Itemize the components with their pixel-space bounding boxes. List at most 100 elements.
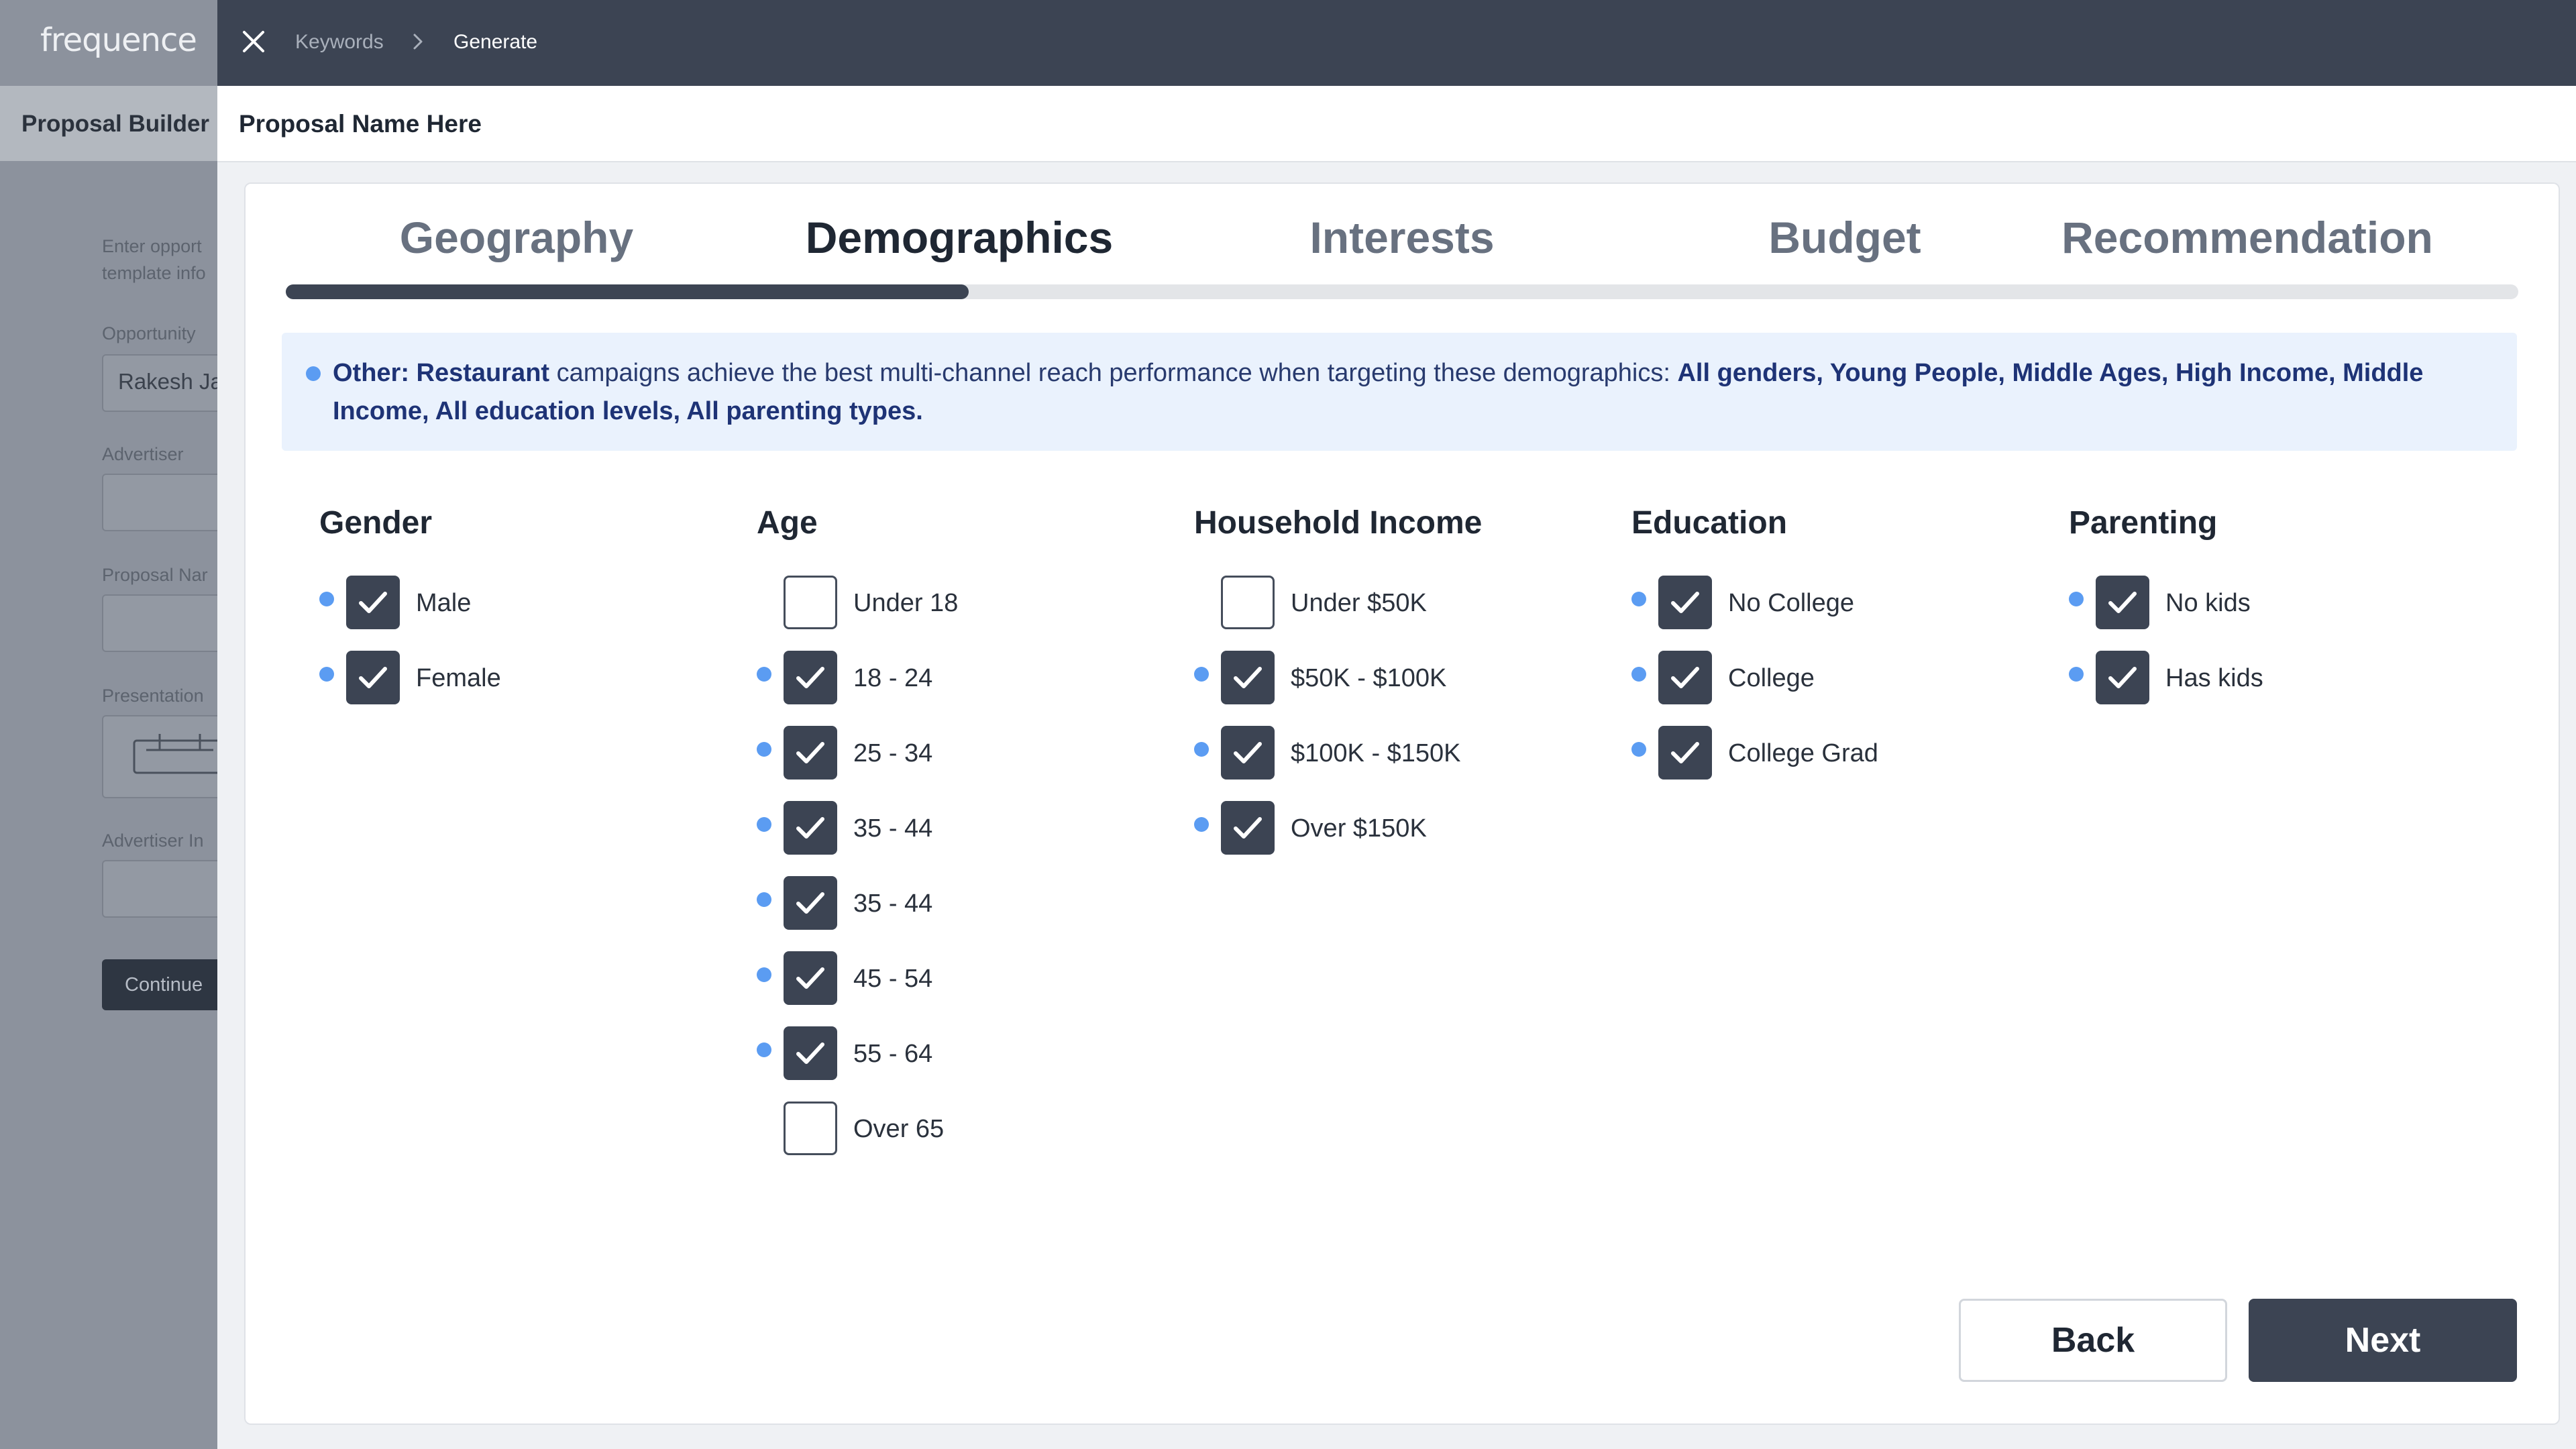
check-icon [1234, 742, 1262, 763]
checkbox[interactable] [1658, 651, 1712, 704]
continue-button-label: Continue [125, 974, 203, 996]
education-option[interactable]: College [1631, 651, 2007, 707]
check-icon [796, 742, 824, 763]
option-label: Male [416, 589, 472, 617]
back-button[interactable]: Back [1959, 1299, 2227, 1382]
checkbox[interactable] [2096, 576, 2149, 629]
close-icon[interactable] [239, 27, 268, 56]
checkbox[interactable] [784, 801, 837, 855]
dot-icon [1194, 667, 1209, 682]
checkbox[interactable] [1658, 726, 1712, 780]
household-income-option[interactable]: $50K - $100K [1194, 651, 1570, 707]
option-label: 18 - 24 [853, 664, 933, 692]
gender-option[interactable]: Female [319, 651, 695, 707]
option-label: Has kids [2165, 664, 2263, 692]
dot-icon [2069, 667, 2084, 682]
age-option[interactable]: 45 - 54 [757, 951, 1132, 1008]
checkbox[interactable] [1221, 576, 1275, 629]
check-icon [2108, 592, 2137, 613]
checkbox[interactable] [1658, 576, 1712, 629]
dot-icon [319, 667, 334, 682]
proposal-name-label: Proposal Nar [102, 565, 208, 585]
option-label: 35 - 44 [853, 814, 933, 843]
checkbox[interactable] [2096, 651, 2149, 704]
option-label: 25 - 34 [853, 739, 933, 767]
option-label: Over 65 [853, 1115, 945, 1143]
option-label: No College [1728, 589, 1854, 617]
tab-interests[interactable]: Interests [1261, 212, 1543, 263]
proposal-name-field[interactable] [102, 594, 221, 652]
option-label: $50K - $100K [1291, 664, 1447, 692]
help-text: Enter opport [102, 236, 202, 256]
household-income-option[interactable]: $100K - $150K [1194, 726, 1570, 782]
age-option[interactable]: 25 - 34 [757, 726, 1132, 782]
chevron-right-icon [413, 34, 423, 50]
dot-icon [757, 742, 771, 757]
parenting-option[interactable]: No kids [2069, 576, 2445, 632]
check-icon [796, 892, 824, 914]
checkbox[interactable] [784, 876, 837, 930]
help-text: template info [102, 263, 206, 283]
age-option[interactable]: 18 - 24 [757, 651, 1132, 707]
logo: frequence [40, 21, 197, 59]
age-option[interactable]: Over 65 [757, 1102, 1132, 1158]
opportunity-label: Opportunity [102, 323, 196, 343]
progress-fill [286, 284, 969, 299]
option-label: 35 - 44 [853, 890, 933, 918]
age-option[interactable]: 35 - 44 [757, 801, 1132, 857]
advertiser-label: Advertiser [102, 444, 184, 464]
advertiser-info-field[interactable] [102, 860, 221, 918]
check-icon [1234, 667, 1262, 688]
dot-icon [319, 592, 334, 606]
checkbox[interactable] [784, 576, 837, 629]
option-label: Over $150K [1291, 814, 1427, 843]
parenting-option[interactable]: Has kids [2069, 651, 2445, 707]
gender-option[interactable]: Male [319, 576, 695, 632]
advertiser-field[interactable] [102, 474, 221, 531]
dot-icon [1194, 742, 1209, 757]
checkbox[interactable] [784, 951, 837, 1005]
dot-icon [757, 967, 771, 982]
dot-icon [1631, 742, 1646, 757]
checkbox[interactable] [1221, 726, 1275, 780]
dot-icon [757, 1042, 771, 1057]
tab-geography[interactable]: Geography [376, 212, 657, 263]
tab-demographics[interactable]: Demographics [798, 212, 1120, 263]
check-icon [1234, 817, 1262, 839]
parenting-heading: Parenting [2069, 505, 2218, 541]
tab-recommendation[interactable]: Recommendation [2059, 212, 2435, 263]
breadcrumb-generate: Generate [453, 31, 538, 53]
checkbox[interactable] [784, 1102, 837, 1155]
check-icon [2108, 667, 2137, 688]
dot-icon [757, 667, 771, 682]
education-option[interactable]: No College [1631, 576, 2007, 632]
check-icon [796, 967, 824, 989]
checkbox[interactable] [784, 651, 837, 704]
tab-budget[interactable]: Budget [1704, 212, 1986, 263]
option-label: Under 18 [853, 589, 959, 617]
check-icon [1671, 742, 1699, 763]
option-label: 55 - 64 [853, 1040, 933, 1068]
age-option[interactable]: Under 18 [757, 576, 1132, 632]
option-label: 45 - 54 [853, 965, 933, 993]
checkbox[interactable] [346, 651, 400, 704]
check-icon [796, 1042, 824, 1064]
page-title: Proposal Builder [21, 111, 210, 137]
checkbox[interactable] [1221, 801, 1275, 855]
household-income-option[interactable]: Under $50K [1194, 576, 1570, 632]
next-button[interactable]: Next [2249, 1299, 2517, 1382]
opportunity-value: Rakesh Ja [118, 369, 221, 394]
age-option[interactable]: 55 - 64 [757, 1026, 1132, 1083]
callout-category: Other: Restaurant [333, 359, 550, 387]
checkbox[interactable] [346, 576, 400, 629]
checkbox[interactable] [784, 1026, 837, 1080]
checkbox[interactable] [784, 726, 837, 780]
household-income-option[interactable]: Over $150K [1194, 801, 1570, 857]
checkbox[interactable] [1221, 651, 1275, 704]
proposal-name: Proposal Name Here [239, 110, 482, 138]
age-option[interactable]: 35 - 44 [757, 876, 1132, 932]
dot-icon [2069, 592, 2084, 606]
breadcrumb-keywords[interactable]: Keywords [295, 31, 384, 54]
dot-icon [1194, 817, 1209, 832]
education-option[interactable]: College Grad [1631, 726, 2007, 782]
